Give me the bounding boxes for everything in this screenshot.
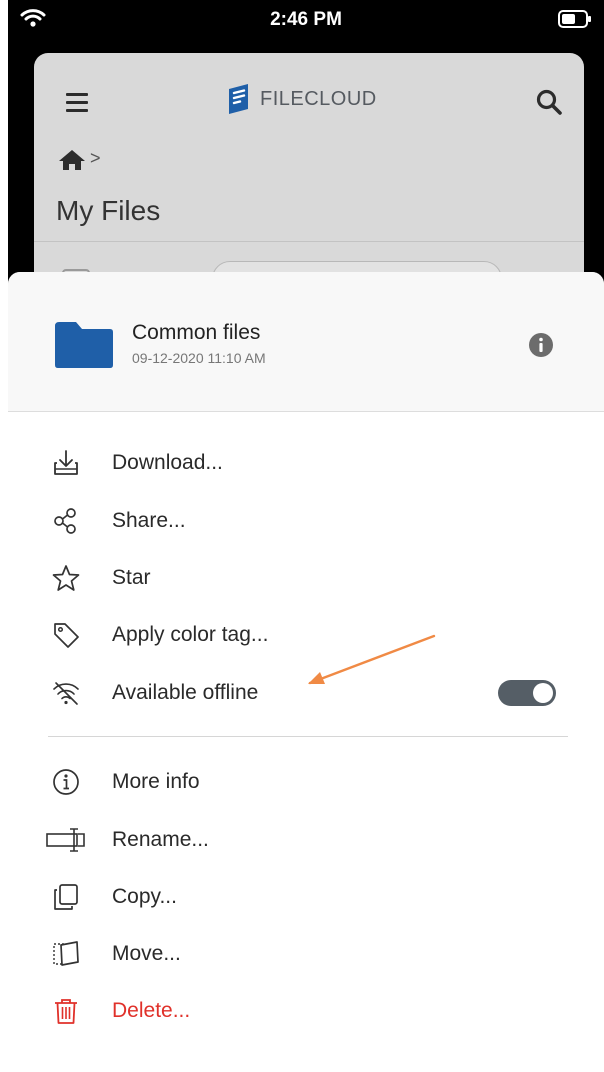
tag-icon xyxy=(54,623,79,648)
menu-delete[interactable]: Delete... xyxy=(8,988,604,1034)
device-frame: 2:46 PM FILECLOUD > My Files Common file… xyxy=(8,0,604,1072)
share-icon xyxy=(54,508,76,534)
sheet-header: Common files 09-12-2020 11:10 AM xyxy=(8,272,604,412)
offline-icon xyxy=(53,682,79,705)
annotation-arrow-icon xyxy=(308,634,436,685)
info-icon[interactable] xyxy=(528,332,554,358)
toggle-knob xyxy=(533,683,553,703)
status-time: 2:46 PM xyxy=(270,9,342,30)
item-name: Common files xyxy=(132,321,261,344)
menu-label: Download... xyxy=(112,451,223,474)
menu-copy[interactable]: Copy... xyxy=(8,874,604,920)
breadcrumb-separator: > xyxy=(90,148,101,168)
copy-icon xyxy=(54,884,78,910)
brand-name: FILECLOUD xyxy=(260,87,377,110)
menu-label: Rename... xyxy=(112,828,209,851)
menu-label: More info xyxy=(112,770,200,793)
info-circle-icon xyxy=(53,769,79,795)
menu-label: Delete... xyxy=(112,999,191,1022)
menu-label: Share... xyxy=(112,509,186,532)
menu-label: Copy... xyxy=(112,885,177,908)
action-sheet: Common files 09-12-2020 11:10 AM Downloa… xyxy=(8,272,604,1072)
menu-label: Available offline xyxy=(112,681,259,704)
search-icon[interactable] xyxy=(536,89,562,115)
menu-rename[interactable]: Rename... xyxy=(8,817,604,863)
home-icon[interactable] xyxy=(58,149,86,171)
trash-icon xyxy=(55,999,77,1024)
download-icon xyxy=(54,450,78,475)
menu-star[interactable]: Star xyxy=(8,555,604,601)
filecloud-logo: FILECLOUD xyxy=(226,83,377,115)
item-date: 09-12-2020 11:10 AM xyxy=(132,350,266,366)
menu-more-info[interactable]: More info xyxy=(8,759,604,805)
star-icon xyxy=(52,565,80,591)
menu-download[interactable]: Download... xyxy=(8,440,604,486)
available-offline-toggle[interactable] xyxy=(498,680,556,706)
menu-label: Move... xyxy=(112,942,181,965)
menu-move[interactable]: Move... xyxy=(8,931,604,977)
folder-icon xyxy=(55,322,113,368)
page-title: My Files xyxy=(56,195,161,226)
battery-icon xyxy=(558,10,591,28)
status-bar: 2:46 PM xyxy=(8,0,604,46)
menu-share[interactable]: Share... xyxy=(8,498,604,544)
card-divider xyxy=(34,241,584,242)
rename-icon xyxy=(46,828,85,852)
menu-label: Star xyxy=(112,566,151,589)
move-icon xyxy=(53,941,79,966)
filecloud-logo-icon xyxy=(229,84,248,114)
hamburger-menu-icon[interactable] xyxy=(66,93,88,113)
menu-divider xyxy=(48,736,568,737)
menu-label: Apply color tag... xyxy=(112,623,269,646)
